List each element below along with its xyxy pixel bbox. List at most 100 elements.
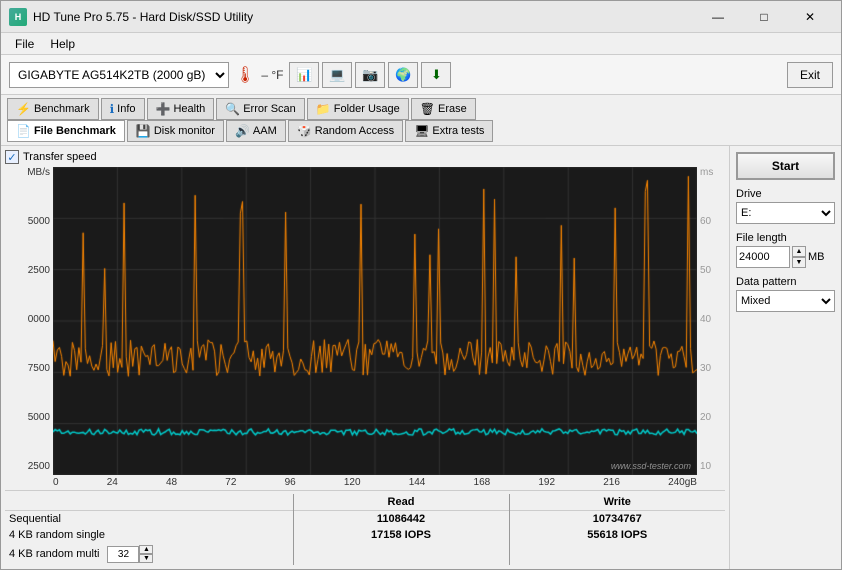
title-bar: H HD Tune Pro 5.75 - Hard Disk/SSD Utili… bbox=[1, 1, 841, 33]
toolbar-icon-2[interactable]: 💻 bbox=[322, 62, 352, 88]
spinner-buttons: ▲ ▼ bbox=[139, 545, 153, 563]
file-length-spinner: ▲ ▼ bbox=[792, 246, 806, 268]
x-label-168: 168 bbox=[474, 477, 491, 488]
x-label-72: 72 bbox=[225, 477, 236, 488]
maximize-button[interactable]: □ bbox=[741, 1, 787, 33]
4k-single-write: 55618 IOPS bbox=[509, 527, 725, 543]
y-val-5000b: 5000 bbox=[28, 412, 50, 423]
stats-row-4k-single: 4 KB random single 17158 IOPS 55618 IOPS bbox=[5, 527, 725, 543]
y-right-10: 10 bbox=[700, 461, 711, 472]
x-axis: 0 24 48 72 96 120 144 168 192 216 240gB bbox=[53, 475, 697, 490]
tab-erase[interactable]: 🗑 Erase bbox=[411, 98, 476, 120]
tab-info[interactable]: ℹ Info bbox=[101, 98, 145, 120]
tab-random-access[interactable]: 🎲 Random Access bbox=[288, 120, 403, 142]
minimize-button[interactable]: — bbox=[695, 1, 741, 33]
spinner-down[interactable]: ▼ bbox=[139, 554, 153, 563]
chart-and-xaxis: www.ssd-tester.com 0 24 48 72 96 120 144… bbox=[53, 167, 697, 490]
file-length-section: File length ▲ ▼ MB bbox=[736, 232, 835, 268]
transfer-speed-label: Transfer speed bbox=[23, 151, 97, 163]
toolbar-icon-4[interactable]: 🌍 bbox=[388, 62, 418, 88]
x-label-96: 96 bbox=[285, 477, 296, 488]
transfer-speed-toggle: ✓ Transfer speed bbox=[5, 150, 725, 164]
tab-file-benchmark[interactable]: 📄 File Benchmark bbox=[7, 120, 125, 142]
tab-disk-monitor-label: Disk monitor bbox=[154, 125, 215, 137]
stats-col-label bbox=[5, 494, 293, 511]
tab-disk-monitor[interactable]: 💾 Disk monitor bbox=[127, 120, 224, 142]
drive-section: Drive E: bbox=[736, 188, 835, 224]
tab-aam[interactable]: 🔊 AAM bbox=[226, 120, 286, 142]
tab-folder-usage[interactable]: 📁 Folder Usage bbox=[307, 98, 409, 120]
4k-multi-read bbox=[293, 543, 509, 565]
stats-row-4k-multi: 4 KB random multi ▲ ▼ bbox=[5, 543, 725, 565]
y-right-20: 20 bbox=[700, 412, 711, 423]
temp-display: – °F bbox=[261, 68, 283, 82]
main-content: ✓ Transfer speed MB/s 5000 2500 0000 750… bbox=[1, 146, 841, 569]
stats-section: Read Write Sequential 11086442 10734767 … bbox=[5, 490, 725, 565]
stats-row-sequential: Sequential 11086442 10734767 bbox=[5, 511, 725, 528]
spinner-container: ▲ ▼ bbox=[107, 545, 153, 563]
start-button[interactable]: Start bbox=[736, 152, 835, 180]
transfer-speed-checkbox[interactable]: ✓ bbox=[5, 150, 19, 164]
4k-multi-label: 4 KB random multi ▲ ▼ bbox=[5, 543, 293, 565]
tab-error-scan[interactable]: 🔍 Error Scan bbox=[216, 98, 305, 120]
x-label-144: 144 bbox=[409, 477, 426, 488]
file-length-label: File length bbox=[736, 232, 835, 244]
drive-select[interactable]: E: bbox=[736, 202, 835, 224]
y-right-50: 50 bbox=[700, 265, 711, 276]
tab-error-scan-label: Error Scan bbox=[243, 103, 296, 115]
toolbar-icon-3[interactable]: 📷 bbox=[355, 62, 385, 88]
tab-benchmark[interactable]: ⚡ Benchmark bbox=[7, 98, 99, 120]
tab-extra-tests-label: Extra tests bbox=[432, 125, 484, 137]
random-access-icon: 🎲 bbox=[297, 124, 312, 138]
stats-col-read: Read bbox=[293, 494, 509, 511]
toolbar-icon-1[interactable]: 📊 bbox=[289, 62, 319, 88]
y-axis-left: MB/s 5000 2500 0000 7500 5000 2500 bbox=[5, 167, 53, 490]
folder-icon: 📁 bbox=[316, 102, 331, 116]
tab-erase-label: Erase bbox=[438, 103, 467, 115]
spinner-up[interactable]: ▲ bbox=[139, 545, 153, 554]
spinner-input[interactable] bbox=[107, 546, 139, 563]
chart-with-axes: MB/s 5000 2500 0000 7500 5000 2500 www.s… bbox=[5, 167, 725, 490]
info-icon: ℹ bbox=[110, 102, 115, 116]
drive-dropdown[interactable]: GIGABYTE AG514K2TB (2000 gB) bbox=[9, 62, 229, 88]
tab-benchmark-label: Benchmark bbox=[34, 103, 90, 115]
y-label-mb: MB/s bbox=[27, 167, 50, 178]
exit-button[interactable]: Exit bbox=[787, 62, 833, 88]
x-label-120: 120 bbox=[344, 477, 361, 488]
sequential-write: 10734767 bbox=[509, 511, 725, 528]
stats-col-write: Write bbox=[509, 494, 725, 511]
file-length-up[interactable]: ▲ bbox=[792, 246, 806, 257]
extra-tests-icon: 🖥 bbox=[414, 124, 429, 138]
aam-icon: 🔊 bbox=[235, 124, 250, 138]
temp-icon: 🌡 bbox=[235, 65, 255, 85]
x-label-192: 192 bbox=[538, 477, 555, 488]
file-length-down[interactable]: ▼ bbox=[792, 257, 806, 268]
menu-help[interactable]: Help bbox=[42, 35, 83, 53]
mb-label: MB bbox=[808, 251, 825, 263]
tab-random-access-label: Random Access bbox=[315, 125, 394, 137]
4k-single-label: 4 KB random single bbox=[5, 527, 293, 543]
error-scan-icon: 🔍 bbox=[225, 102, 240, 116]
watermark: www.ssd-tester.com bbox=[611, 461, 691, 471]
tab-health[interactable]: ➕ Health bbox=[147, 98, 215, 120]
toolbar: GIGABYTE AG514K2TB (2000 gB) 🌡 – °F 📊 💻 … bbox=[1, 55, 841, 95]
benchmark-icon: ⚡ bbox=[16, 102, 31, 116]
drive-label: Drive bbox=[736, 188, 835, 200]
y-val-7500: 7500 bbox=[28, 363, 50, 374]
x-label-48: 48 bbox=[166, 477, 177, 488]
y-axis-right: ms 60 50 40 30 20 10 bbox=[697, 167, 725, 490]
menu-file[interactable]: File bbox=[7, 35, 42, 53]
tab-file-benchmark-label: File Benchmark bbox=[34, 125, 116, 137]
tab-extra-tests[interactable]: 🖥 Extra tests bbox=[405, 120, 493, 142]
toolbar-icons: 📊 💻 📷 🌍 ⬇ bbox=[289, 62, 451, 88]
left-content: ✓ Transfer speed MB/s 5000 2500 0000 750… bbox=[1, 146, 729, 569]
file-length-input[interactable] bbox=[736, 246, 790, 268]
x-label-240: 240gB bbox=[668, 477, 697, 488]
close-button[interactable]: ✕ bbox=[787, 1, 833, 33]
tabs-row-1: ⚡ Benchmark ℹ Info ➕ Health 🔍 Error Scan… bbox=[1, 95, 841, 120]
erase-icon: 🗑 bbox=[420, 102, 435, 116]
y-right-40: 40 bbox=[700, 314, 711, 325]
toolbar-icon-5[interactable]: ⬇ bbox=[421, 62, 451, 88]
y-val-2500a: 2500 bbox=[28, 265, 50, 276]
data-pattern-select[interactable]: Mixed Random Sequential bbox=[736, 290, 835, 312]
